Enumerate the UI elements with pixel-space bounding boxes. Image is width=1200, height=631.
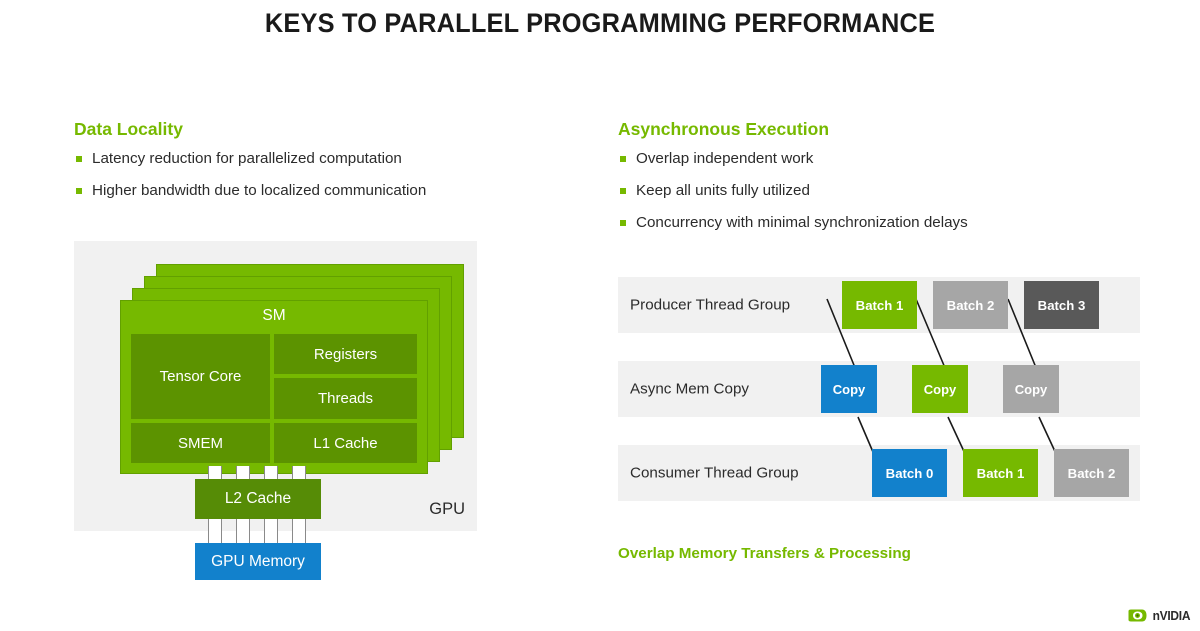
connector-l2-memory <box>264 519 278 544</box>
gpu-memory-block: GPU Memory <box>195 543 321 580</box>
section-heading-asynchronous-execution: Asynchronous Execution <box>618 119 830 139</box>
nvidia-eye-icon <box>1128 609 1147 622</box>
bullet-item: Higher bandwidth due to localized commun… <box>74 182 544 200</box>
sm-inner-grid: Tensor Core Registers Threads SMEM L1 Ca… <box>131 334 417 463</box>
sm-cell-l1-cache: L1 Cache <box>274 423 417 463</box>
bullet-text: Latency reduction for parallelized compu… <box>92 150 402 167</box>
nvidia-wordmark: nVIDIA <box>1152 608 1191 623</box>
connector-l2-memory <box>208 519 222 544</box>
page-title: KEYS TO PARALLEL PROGRAMMING PERFORMANCE <box>264 8 936 38</box>
bullet-text: Overlap independent work <box>636 150 814 167</box>
bullet-text: Higher bandwidth due to localized commun… <box>92 182 427 199</box>
sm-card-front: SM Tensor Core Registers Threads SMEM L1… <box>120 300 428 474</box>
bullet-item: Keep all units fully utilized <box>618 182 1088 200</box>
section-heading-data-locality: Data Locality <box>74 119 183 139</box>
chip-copy-1: Copy <box>821 365 877 413</box>
chip-producer-batch-3: Batch 3 <box>1024 281 1099 329</box>
connector-sm-l2 <box>208 466 222 480</box>
l2-cache-block: L2 Cache <box>195 479 321 519</box>
bullet-text: Concurrency with minimal synchronization… <box>636 214 968 231</box>
chip-producer-batch-2: Batch 2 <box>933 281 1008 329</box>
chip-consumer-batch-0: Batch 0 <box>872 449 947 497</box>
overlap-caption: Overlap Memory Transfers & Processing <box>618 545 911 562</box>
connector-sm-l2 <box>236 466 250 480</box>
connector-l2-memory <box>236 519 250 544</box>
connector-sm-l2 <box>292 466 306 480</box>
sm-cell-registers: Registers <box>274 334 417 374</box>
bullet-list-data-locality: Latency reduction for parallelized compu… <box>74 150 544 214</box>
gpu-panel-label: GPU <box>429 500 465 518</box>
chip-producer-batch-1: Batch 1 <box>842 281 917 329</box>
slide-canvas: KEYS TO PARALLEL PROGRAMMING PERFORMANCE… <box>0 0 1200 631</box>
bullet-square-icon <box>76 188 82 194</box>
chip-consumer-batch-1: Batch 1 <box>963 449 1038 497</box>
bullet-item: Overlap independent work <box>618 150 1088 168</box>
async-row-label: Producer Thread Group <box>630 296 791 314</box>
sm-title: SM <box>262 307 286 324</box>
bullet-item: Latency reduction for parallelized compu… <box>74 150 544 168</box>
bullet-text: Keep all units fully utilized <box>636 182 810 199</box>
bullet-square-icon <box>620 220 626 226</box>
async-row-label: Async Mem Copy <box>630 380 750 398</box>
async-row-label: Consumer Thread Group <box>630 464 799 482</box>
chip-copy-2: Copy <box>912 365 968 413</box>
connector-sm-l2 <box>264 466 278 480</box>
bullet-list-asynchronous-execution: Overlap independent work Keep all units … <box>618 150 1088 246</box>
sm-cell-tensor-core: Tensor Core <box>131 334 270 419</box>
bullet-item: Concurrency with minimal synchronization… <box>618 214 1088 232</box>
async-row-async-mem-copy: Async Mem Copy <box>618 361 1140 417</box>
bullet-square-icon <box>620 156 626 162</box>
chip-consumer-batch-2: Batch 2 <box>1054 449 1129 497</box>
bullet-square-icon <box>620 188 626 194</box>
async-execution-diagram: Producer Thread Group Async Mem Copy Con… <box>618 277 1140 501</box>
sm-cell-threads: Threads <box>274 378 417 419</box>
bullet-square-icon <box>76 156 82 162</box>
nvidia-logo: nVIDIA <box>1127 608 1192 623</box>
connector-l2-memory <box>292 519 306 544</box>
chip-copy-3: Copy <box>1003 365 1059 413</box>
sm-cell-smem: SMEM <box>131 423 270 463</box>
